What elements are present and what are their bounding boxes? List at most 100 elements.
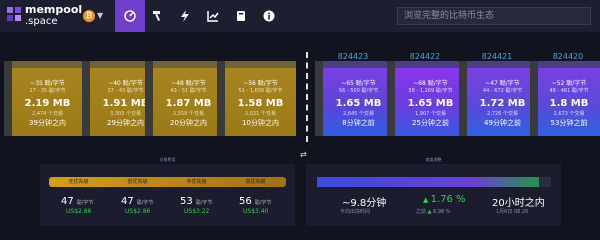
block-top-face [323,61,394,68]
fee-label-medium: 中优先级 [186,179,207,185]
nav-lightning[interactable] [170,0,200,32]
chevron-down-icon: ▼ [97,11,104,20]
block-face: ~65 聪/字节 56 - 500 聪/字节 1.65 MB 2,645 个交易… [323,68,394,136]
mempool-logo-icon [7,7,21,21]
info-icon [263,10,275,22]
block-side-face [4,61,12,136]
block-tx-count: 2,021 个交易 [245,111,276,117]
difficulty-progress-bar [317,177,551,187]
fee-value-low: 47 聪/字节 [121,196,153,207]
block-face: ~52 聪/字节 48 - 461 聪/字节 1.8 MB 2,673 个交易 … [538,68,600,136]
search-placeholder: 浏览完整的比特币生态 [404,11,495,21]
block-side-face [145,61,153,136]
mempool-block[interactable]: ~56 聪/字节 51 - 1,656 聪/字节 1.58 MB 2,021 个… [217,61,296,136]
block-size: 1.72 MB [479,98,526,109]
fee-unit: 聪/字节 [76,200,94,206]
block-tx-count: 2,474 个交易 [32,111,63,117]
search-input[interactable]: 浏览完整的比特币生态 [397,7,591,25]
block-size: 1.58 MB [237,98,284,109]
next-adjustment-time: 20小时之内 [492,198,545,209]
fee-unit: 聪/字节 [254,200,272,206]
block-size: 1.87 MB [165,98,212,109]
block-side-face [387,61,395,136]
fees-panel-title: 交易费用 [159,157,176,162]
block-height-link[interactable]: 824423 [323,52,383,61]
mempool-block[interactable]: ~48 聪/字节 43 - 51 聪/字节 1.87 MB 2,559 个交易 … [145,61,224,136]
avg-block-time: ~9.8分钟 [342,198,387,209]
nav-about[interactable] [254,0,284,32]
network-selector[interactable]: ₿ ▼ [83,9,105,23]
block-eta: 10分钟之内 [242,119,279,127]
fee-label-low: 低优先级 [127,179,148,185]
block-tx-count: 1,907 个交易 [415,111,446,117]
mined-block[interactable]: ~68 聪/字节 58 - 1,269 聪/字节 1.65 MB 1,907 个… [387,61,466,136]
block-eta: 20分钟之内 [170,119,207,127]
block-top-face [467,61,538,68]
fee-rate: 47 [61,196,74,207]
fee-usd-none: US$2.86 [66,208,92,215]
block-side-face [530,61,538,136]
fee-label-none: 无优先级 [68,179,89,185]
block-fee: ~65 聪/字节 [341,80,376,87]
block-eta: 39分钟之内 [29,119,66,127]
block-fee-range: 44 - 672 聪/字节 [482,88,523,94]
fee-value-high: 56 聪/字节 [239,196,271,207]
arrow-up-icon: ▲ [427,209,432,215]
fee-usd-medium: US$3.22 [184,208,210,215]
block-face: ~56 聪/字节 51 - 1,656 聪/字节 1.58 MB 2,021 个… [225,68,296,136]
nav-dashboard[interactable] [115,0,145,32]
logo-text: mempool [25,3,83,16]
block-age: 49分钟之前 [484,119,521,127]
logo-subtext: .space [25,16,58,27]
fee-value-none: 47 聪/字节 [61,196,93,207]
nav-mining[interactable] [142,0,172,32]
previous-change-value: 6.98 % [433,209,451,215]
fee-priority-bar: 无优先级 低优先级 中优先级 高优先级 [49,177,286,187]
block-age: 25分钟之前 [412,119,449,127]
block-size: 1.65 MB [407,98,454,109]
block-fee: ~35 聪/字节 [30,80,65,87]
fee-rate: 56 [239,196,252,207]
nav-graphs[interactable] [198,0,228,32]
block-top-face [225,61,296,68]
block-height-link[interactable]: 824421 [467,52,527,61]
block-top-face [153,61,224,68]
mined-block[interactable]: ~52 聪/字节 48 - 461 聪/字节 1.8 MB 2,673 个交易 … [530,61,600,136]
block-fee-range: 58 - 1,269 聪/字节 [408,88,453,94]
block-tx-count: 2,726 个交易 [487,111,518,117]
lightning-icon [181,10,189,22]
fee-value-medium: 53 聪/字节 [180,196,212,207]
block-fee: ~68 聪/字节 [413,80,448,87]
block-face: ~48 聪/字节 43 - 51 聪/字节 1.87 MB 2,559 个交易 … [153,68,224,136]
block-height-link[interactable]: 824422 [395,52,455,61]
fee-unit: 聪/字节 [136,200,154,206]
dashboard-icon [124,10,136,22]
block-top-face [395,61,466,68]
fee-rate: 53 [180,196,193,207]
book-icon [237,11,245,21]
block-top-face [12,61,83,68]
fees-panel [40,164,295,226]
difficulty-progress-fill [317,177,540,187]
difficulty-change-value: 1.76 % [430,194,466,205]
nav-docs[interactable] [226,0,256,32]
block-fee: ~52 聪/字节 [551,80,587,87]
bitcoin-icon: ₿ [83,10,95,22]
difficulty-panel-title: 难度调整 [425,157,442,162]
block-age: 53分钟之前 [550,119,588,127]
fee-usd-low: US$2.86 [125,208,151,215]
previous-change-label: 之前 [416,209,427,215]
block-fee: ~48 聪/字节 [171,80,206,87]
arrow-up-icon: ▲ [423,196,431,204]
mined-block[interactable]: ~65 聪/字节 56 - 500 聪/字节 1.65 MB 2,645 个交易… [315,61,394,136]
block-fee-range: 17 - 35 聪/字节 [29,88,66,94]
mempool-divider [306,52,308,142]
block-fee: ~56 聪/字节 [243,80,278,87]
block-height-link[interactable]: 824420 [538,52,598,61]
avg-block-time-label: 平均出块时间 [340,209,371,215]
mined-block[interactable]: ~47 聪/字节 44 - 672 聪/字节 1.72 MB 2,726 个交易… [459,61,538,136]
mempool-block[interactable]: ~35 聪/字节 17 - 35 聪/字节 2.19 MB 2,474 个交易 … [4,61,83,136]
previous-change: 之前 ▲ 6.98 % [416,208,451,215]
block-fee-range: 48 - 461 聪/字节 [549,88,589,94]
block-side-face [82,61,90,136]
